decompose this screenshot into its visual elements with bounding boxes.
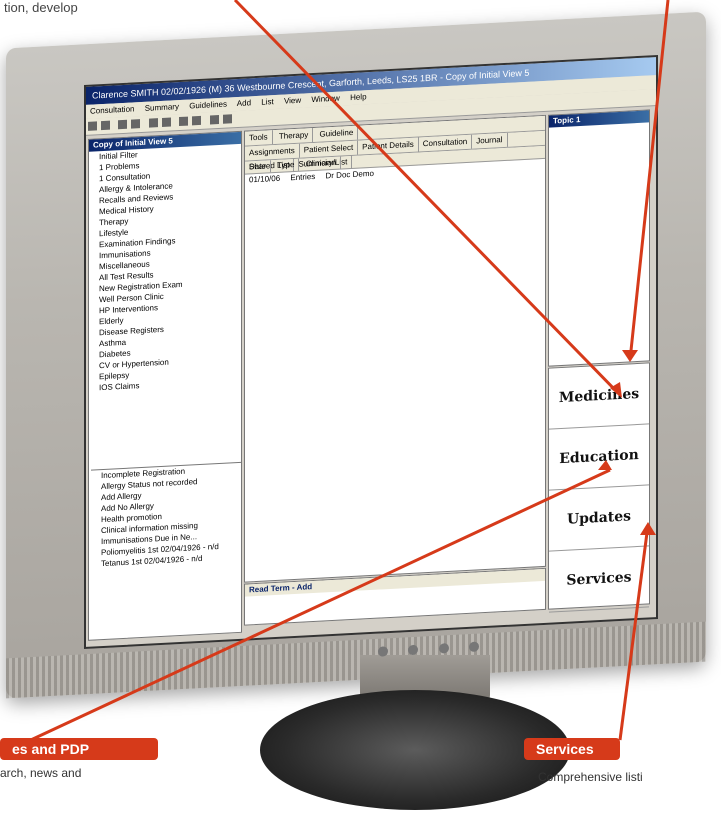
ad-services[interactable]: Services	[549, 546, 649, 613]
column-date[interactable]: Date	[245, 160, 271, 174]
menu-guidelines[interactable]: Guidelines	[189, 100, 227, 111]
tab-group-guideline: Guideline	[315, 125, 359, 142]
toolbar-icon[interactable]	[118, 119, 128, 130]
top-caption: tion, develop	[4, 0, 78, 15]
monitor-button[interactable]	[408, 644, 419, 656]
monitor-button[interactable]	[438, 643, 449, 654]
ad-education[interactable]: Education	[549, 424, 649, 491]
toolbar-icon[interactable]	[131, 119, 141, 129]
toolbar-icon[interactable]	[192, 115, 202, 126]
ad-medicines[interactable]: Medicines	[549, 363, 649, 430]
ad-stack: Medicines Education Updates Services	[548, 362, 650, 613]
monitor-button[interactable]	[469, 641, 480, 652]
row-date: 01/10/06	[249, 173, 281, 185]
label-left: es and PDP	[0, 738, 158, 760]
column-type[interactable]: Type	[273, 158, 300, 173]
menu-window[interactable]: Window	[311, 94, 339, 104]
tab-group-therapy: Therapy	[274, 128, 314, 145]
toolbar-icon[interactable]	[179, 116, 189, 127]
toolbar-icon[interactable]	[148, 118, 158, 128]
menu-add[interactable]: Add	[237, 98, 251, 108]
toolbar-icon[interactable]	[161, 117, 171, 127]
menu-list[interactable]: List	[261, 97, 273, 107]
alert-list: Incomplete Registration Allergy Status no…	[91, 461, 241, 621]
screen: Clarence SMITH 02/02/1926 (M) 36 Westbou…	[84, 54, 658, 650]
tab[interactable]: Journal	[472, 132, 508, 149]
tab[interactable]: Consultation	[418, 134, 473, 152]
record-tree: Initial Filter 1 Problems 1 Consultation Al…	[89, 144, 241, 394]
toolbar-icon[interactable]	[222, 114, 232, 124]
right-pane-title: Topic 1	[549, 110, 649, 128]
toolbar-icon[interactable]	[101, 120, 110, 131]
menu-summary[interactable]: Summary	[145, 102, 179, 113]
monitor-button[interactable]	[378, 646, 388, 657]
row-clinician: Dr Doc Demo	[325, 168, 374, 181]
menu-view[interactable]: View	[284, 96, 301, 106]
ad-updates[interactable]: Updates	[549, 485, 649, 552]
menu-help[interactable]: Help	[350, 92, 366, 102]
menu-consultation[interactable]: Consultation	[90, 104, 134, 115]
label-services: Services	[524, 738, 620, 760]
left-pane: Copy of Initial View 5 Initial Filter 1 P…	[88, 130, 242, 641]
caption-right: Comprehensive listi	[538, 770, 643, 784]
caption-left: arch, news and	[0, 766, 82, 780]
toolbar-icon[interactable]	[88, 121, 97, 131]
main-pane: Tools Therapy Guideline Assignments Patie…	[244, 114, 546, 583]
right-pane: Topic 1	[548, 109, 650, 367]
row-type: Entries	[290, 171, 316, 183]
column-clinician[interactable]: Clinician	[301, 156, 341, 171]
tab-group-tools: Tools	[245, 130, 273, 146]
toolbar-icon[interactable]	[209, 114, 219, 125]
